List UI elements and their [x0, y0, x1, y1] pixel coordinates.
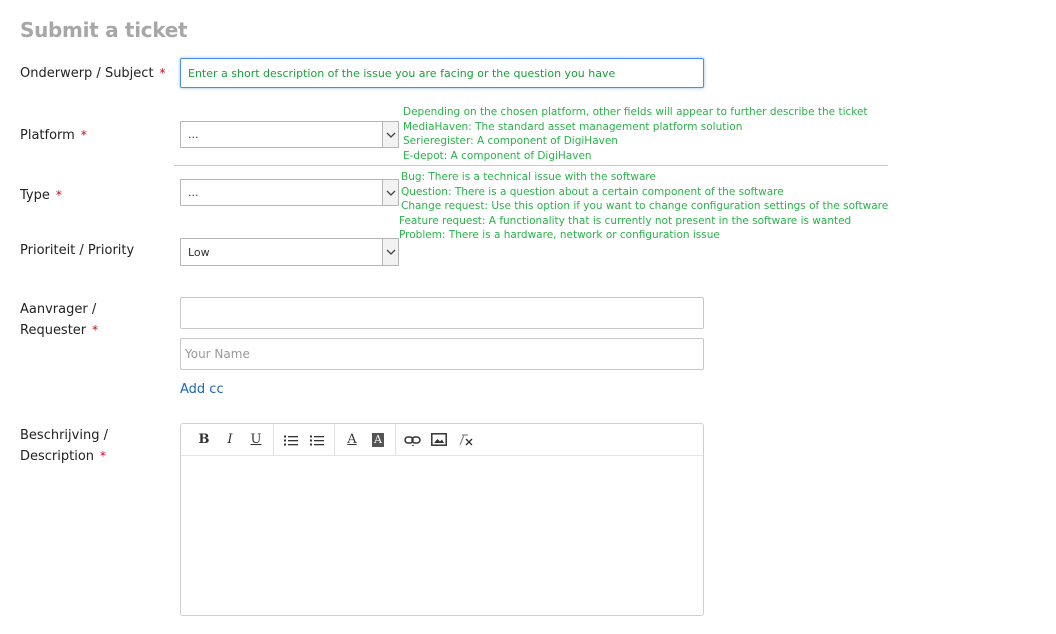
underline-button[interactable]: U — [243, 429, 269, 451]
link-icon — [404, 435, 421, 446]
description-label-line: Description — [20, 449, 95, 464]
type-help-line: Problem: There is a hardware, network or… — [399, 229, 720, 241]
color-group: A A — [335, 423, 396, 456]
type-help-line: Feature request: A functionality that is… — [399, 214, 852, 227]
subject-input[interactable] — [180, 58, 704, 88]
editor-toolbar: B I U A A — [181, 423, 703, 456]
platform-help-line: Depending on the chosen platform, other … — [403, 106, 868, 118]
requester-email-input[interactable] — [180, 297, 704, 329]
platform-help-line: E-depot: A component of DigiHaven — [403, 149, 592, 162]
required-mark: * — [92, 323, 99, 337]
chevron-down-icon — [382, 239, 398, 265]
description-label-line: Beschrijving / — [20, 428, 108, 443]
priority-label: Prioriteit / Priority — [20, 243, 135, 258]
platform-help-line: MediaHaven: The standard asset managemen… — [403, 120, 743, 133]
font-color-button[interactable]: A — [339, 429, 365, 451]
text-style-group: B I U — [187, 423, 274, 456]
insert-group — [396, 424, 482, 456]
platform-select[interactable]: ... — [180, 121, 399, 148]
required-mark: * — [55, 188, 62, 202]
platform-help-line: Serieregister: A component of DigiHaven — [403, 135, 618, 147]
platform-help: Depending on the chosen platform, other … — [403, 105, 868, 163]
subject-label-text: Onderwerp / Subject — [20, 66, 154, 81]
priority-select[interactable]: Low — [180, 238, 399, 266]
requester-name-input[interactable] — [180, 338, 704, 370]
type-help: Bug: There is a technical issue with the… — [399, 170, 889, 243]
type-select-value: ... — [188, 186, 199, 199]
description-editor-area[interactable] — [181, 456, 703, 615]
background-color-icon: A — [372, 432, 384, 447]
chevron-down-icon — [382, 180, 398, 205]
italic-button[interactable]: I — [217, 429, 243, 451]
numbered-list-button[interactable] — [304, 429, 330, 451]
requester-label-line: Aanvrager / — [20, 302, 97, 317]
platform-select-value: ... — [188, 128, 199, 141]
rich-text-editor: B I U A A — [180, 423, 704, 616]
numbered-list-icon — [310, 435, 324, 445]
background-color-button[interactable]: A — [365, 429, 391, 451]
type-label-text: Type — [20, 188, 50, 203]
requester-label-line: Requester — [20, 323, 87, 338]
chevron-down-icon — [382, 122, 398, 147]
required-mark: * — [80, 128, 87, 142]
type-select[interactable]: ... — [180, 179, 399, 206]
type-help-line: Change request: Use this option if you w… — [401, 200, 889, 212]
priority-select-value: Low — [188, 245, 210, 259]
page-title: Submit a ticket — [20, 18, 188, 42]
description-label: Beschrijving / Description * — [20, 426, 108, 467]
bulleted-list-button[interactable] — [278, 429, 304, 451]
requester-label: Aanvrager / Requester * — [20, 300, 98, 341]
clear-format-icon — [459, 433, 473, 445]
section-divider — [174, 165, 888, 166]
required-mark: * — [159, 66, 166, 80]
clear-format-button[interactable] — [452, 429, 478, 451]
bold-button[interactable]: B — [191, 429, 217, 451]
add-cc-link[interactable]: Add cc — [180, 382, 224, 397]
image-button[interactable] — [426, 429, 452, 451]
platform-label: Platform * — [20, 125, 87, 146]
bulleted-list-icon — [284, 435, 298, 445]
type-label: Type * — [20, 185, 62, 206]
list-group — [274, 423, 335, 456]
type-help-line: Question: There is a question about a ce… — [401, 185, 784, 198]
subject-label: Onderwerp / Subject * — [20, 63, 166, 84]
type-help-line: Bug: There is a technical issue with the… — [401, 171, 656, 183]
link-button[interactable] — [400, 429, 426, 451]
required-mark: * — [100, 449, 107, 463]
platform-label-text: Platform — [20, 128, 75, 143]
image-icon — [431, 433, 447, 446]
